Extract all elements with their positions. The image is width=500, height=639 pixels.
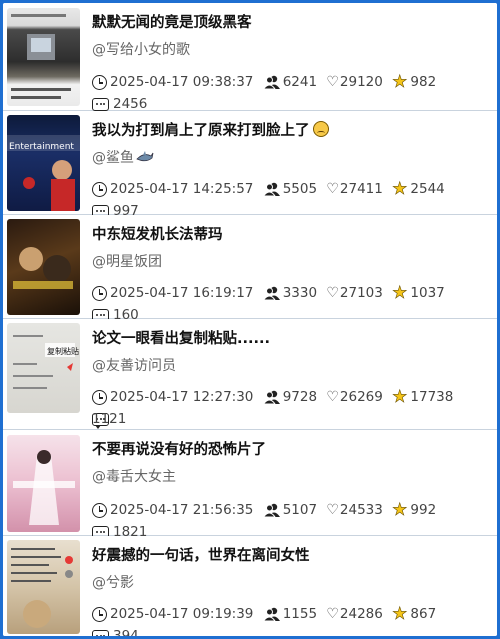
favorite-count: ★ 867: [392, 604, 437, 625]
clock-icon: [92, 389, 107, 405]
post-author[interactable]: @毒舌大女主: [92, 466, 176, 486]
comment-count: 394: [92, 625, 139, 636]
heart-icon: ♡: [326, 502, 339, 518]
star-icon: ★: [392, 179, 408, 200]
favorite-count: ★ 992: [392, 500, 437, 521]
users-icon: [262, 286, 280, 300]
comment-icon: [92, 629, 109, 636]
users-icon: [262, 390, 280, 404]
comment-icon: [92, 97, 109, 114]
favorite-count: ★ 1037: [392, 283, 445, 304]
star-icon: ★: [392, 387, 408, 408]
post-thumbnail[interactable]: [7, 435, 80, 532]
post-title[interactable]: 论文一眼看出复制粘贴......: [92, 327, 270, 348]
view-count: 1155: [262, 603, 317, 625]
users-icon: [262, 75, 280, 89]
clock-icon: [92, 74, 107, 90]
post-card[interactable]: 默默无闻的竟是顶级黑客 @写给小女的歌 2025-04-17 09:38:37 …: [3, 3, 497, 114]
post-card[interactable]: 复制粘贴 论文一眼看出复制粘贴...... @友善访问员 2025-04-17 …: [3, 319, 497, 430]
post-thumbnail[interactable]: [7, 219, 80, 315]
view-count: 3330: [262, 282, 317, 304]
heart-icon: ♡: [326, 606, 339, 622]
post-time: 2025-04-17 21:56:35: [92, 499, 253, 521]
star-icon: ★: [392, 500, 408, 521]
post-author[interactable]: @友善访问员: [92, 355, 176, 375]
thumbnail-image: [11, 548, 73, 628]
post-author[interactable]: @写给小女的歌: [92, 39, 190, 59]
view-count: 5505: [262, 178, 317, 200]
post-time: 2025-04-17 12:27:30: [92, 386, 253, 408]
post-time: 2025-04-17 09:19:39: [92, 603, 253, 625]
post-card[interactable]: 好震撼的一句话，世界在离间女性 @兮影 2025-04-17 09:19:39 …: [3, 536, 497, 636]
like-count: ♡ 24533: [326, 499, 383, 521]
post-stats: 2025-04-17 09:38:37 6241 ♡ 29120 ★ 982 245…: [92, 71, 487, 115]
favorite-count: ★ 982: [392, 72, 437, 93]
star-icon: ★: [392, 283, 408, 304]
heart-icon: ♡: [326, 181, 339, 197]
post-title[interactable]: 我以为打到肩上了原来打到脸上了: [92, 119, 329, 140]
post-title[interactable]: 不要再说没有好的恐怖片了: [92, 438, 266, 459]
post-thumbnail[interactable]: [7, 8, 80, 106]
post-stats: 2025-04-17 09:19:39 1155 ♡ 24286 ★ 867 394: [92, 603, 487, 636]
like-count: ♡ 29120: [326, 71, 383, 93]
thumbnail-image: [13, 247, 73, 289]
clock-icon: [92, 285, 107, 301]
heart-icon: ♡: [326, 389, 339, 405]
post-card[interactable]: 中东短发机长法蒂玛 @明星饭团 2025-04-17 16:19:17 3330…: [3, 215, 497, 325]
post-title[interactable]: 中东短发机长法蒂玛: [92, 223, 223, 244]
post-thumbnail[interactable]: Entertainment: [7, 115, 80, 211]
shark-icon: [136, 151, 154, 162]
post-author[interactable]: @鲨鱼: [92, 147, 154, 167]
users-icon: [262, 607, 280, 621]
view-count: 6241: [262, 71, 317, 93]
heart-icon: ♡: [326, 285, 339, 301]
like-count: ♡ 26269: [326, 386, 383, 408]
clock-icon: [92, 502, 107, 518]
thumbnail-image: Entertainment: [7, 135, 80, 211]
sad-face-icon: [312, 121, 329, 137]
post-thumbnail[interactable]: 复制粘贴: [7, 323, 80, 413]
star-icon: ★: [392, 72, 408, 93]
like-count: ♡ 24286: [326, 603, 383, 625]
users-icon: [262, 503, 280, 517]
clock-icon: [92, 181, 107, 197]
thumbnail-caption: 复制粘贴: [47, 346, 79, 356]
clock-icon: [92, 606, 107, 622]
post-thumbnail[interactable]: [7, 540, 80, 634]
favorite-count: ★ 17738: [392, 387, 454, 408]
thumbnail-image: 复制粘贴: [13, 335, 79, 389]
post-title[interactable]: 好震撼的一句话，世界在离间女性: [92, 544, 310, 565]
thumbnail-image: [11, 14, 71, 99]
favorite-count: ★ 2544: [392, 179, 445, 200]
heart-icon: ♡: [326, 74, 339, 90]
post-time: 2025-04-17 09:38:37: [92, 71, 253, 93]
thumbnail-image: [7, 435, 80, 532]
post-card[interactable]: 不要再说没有好的恐怖片了 @毒舌大女主 2025-04-17 21:56:35 …: [3, 430, 497, 542]
like-count: ♡ 27411: [326, 178, 383, 200]
post-title[interactable]: 默默无闻的竟是顶级黑客: [92, 11, 252, 32]
trending-list: 默默无闻的竟是顶级黑客 @写给小女的歌 2025-04-17 09:38:37 …: [3, 3, 497, 636]
view-count: 9728: [262, 386, 317, 408]
view-count: 5107: [262, 499, 317, 521]
comment-count-overflow: 1121: [92, 411, 127, 427]
post-time: 2025-04-17 16:19:17: [92, 282, 253, 304]
post-card[interactable]: Entertainment 我以为打到肩上了原来打到脸上了 @鲨鱼 2025-0…: [3, 111, 497, 221]
thumbnail-caption: Entertainment: [9, 142, 74, 152]
post-author[interactable]: @兮影: [92, 572, 134, 592]
users-icon: [262, 182, 280, 196]
like-count: ♡ 27103: [326, 282, 383, 304]
post-time: 2025-04-17 14:25:57: [92, 178, 253, 200]
star-icon: ★: [392, 604, 408, 625]
post-author[interactable]: @明星饭团: [92, 251, 162, 271]
